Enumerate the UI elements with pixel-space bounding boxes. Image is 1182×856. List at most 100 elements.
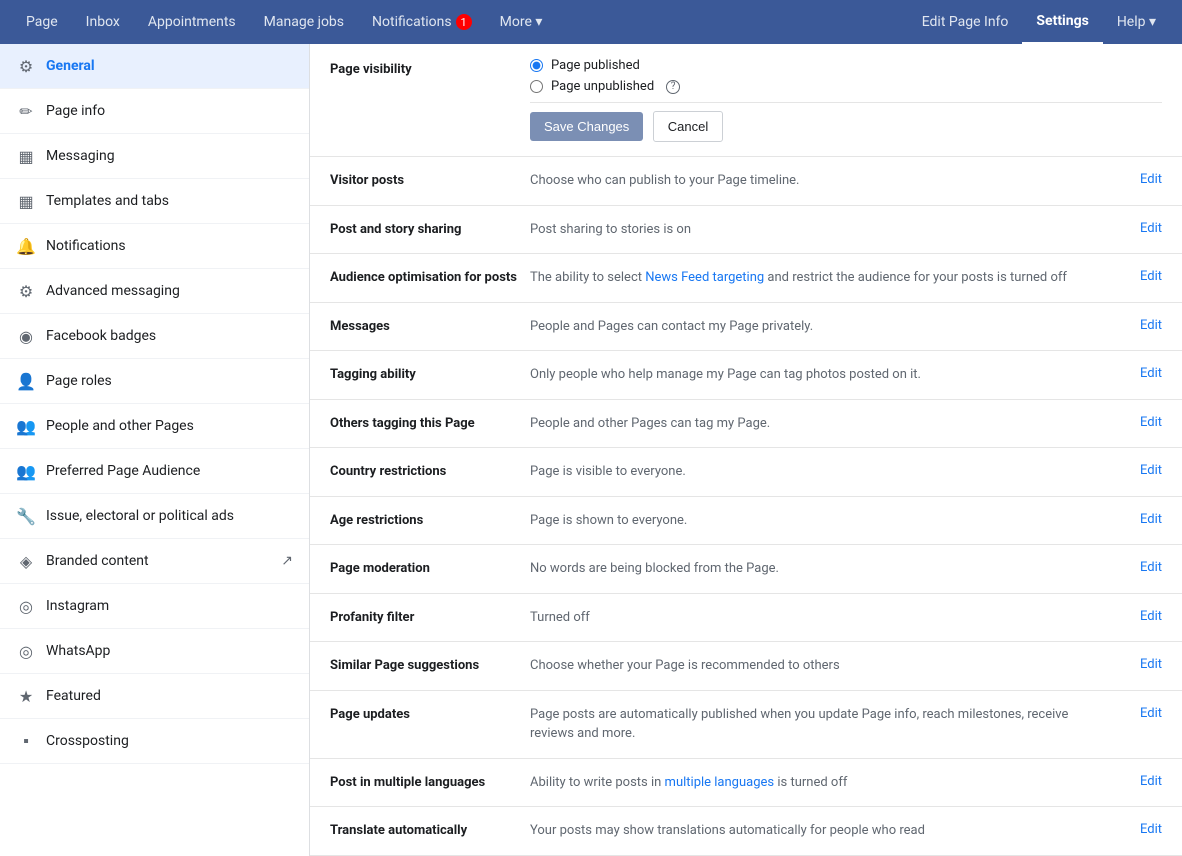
radio-unpublished-input[interactable] [530,80,543,93]
edit-link[interactable]: Edit [1140,172,1162,187]
page-visibility-options: Page published Page unpublished ? Save C… [530,58,1162,142]
page-visibility-label: Page visibility [330,58,530,77]
nav-settings[interactable]: Settings [1022,0,1102,44]
sidebar-item-page-roles[interactable]: 👤 Page roles [0,359,309,404]
edit-link[interactable]: Edit [1140,221,1162,236]
radio-unpublished: Page unpublished ? [530,79,1162,94]
main-layout: ⚙ General ✏ Page info ▦ Messaging ▦ Temp… [0,44,1182,856]
sidebar-item-people[interactable]: 👥 People and other Pages [0,404,309,449]
row-action: Edit [1112,171,1162,187]
edit-link[interactable]: Edit [1140,560,1162,575]
edit-link[interactable]: Edit [1140,609,1162,624]
nav-inbox[interactable]: Inbox [72,0,134,44]
nav-edit-page-info[interactable]: Edit Page Info [908,0,1023,44]
radio-published-input[interactable] [530,59,543,72]
page-visibility-row: Page visibility Page published Page unpu… [310,44,1182,157]
sidebar-item-featured[interactable]: ★ Featured [0,674,309,719]
edit-link[interactable]: Edit [1140,657,1162,672]
bell-icon: 🔔 [16,236,36,256]
sidebar-item-label: Featured [46,688,101,704]
cancel-button[interactable]: Cancel [653,111,723,142]
radio-published: Page published [530,58,1162,73]
templates-icon: ▦ [16,191,36,211]
nav-page[interactable]: Page [12,0,72,44]
settings-row-tagging: Tagging ability Only people who help man… [310,351,1182,400]
row-action: Edit [1112,462,1162,478]
settings-content: Page visibility Page published Page unpu… [310,44,1182,856]
row-action: Edit [1112,821,1162,837]
edit-link[interactable]: Edit [1140,269,1162,284]
sidebar-item-notifications[interactable]: 🔔 Notifications [0,224,309,269]
row-action: Edit [1112,414,1162,430]
row-action: Edit [1112,511,1162,527]
branded-icon: ◈ [16,551,36,571]
row-label: Page moderation [330,559,530,576]
visibility-actions: Save Changes Cancel [530,111,1162,142]
row-action: Edit [1112,608,1162,624]
settings-row-multiple-languages: Post in multiple languages Ability to wr… [310,759,1182,808]
sidebar-item-templates[interactable]: ▦ Templates and tabs [0,179,309,224]
sidebar-item-crossposting[interactable]: ▪ Crossposting [0,719,309,764]
settings-row-messages: Messages People and Pages can contact my… [310,303,1182,352]
edit-link[interactable]: Edit [1140,512,1162,527]
settings-row-profanity: Profanity filter Turned off Edit [310,594,1182,643]
news-feed-link[interactable]: News Feed targeting [645,270,764,285]
row-action: Edit [1112,365,1162,381]
row-value: The ability to select News Feed targetin… [530,268,1112,288]
row-label: Tagging ability [330,365,530,382]
edit-link[interactable]: Edit [1140,774,1162,789]
settings-row-audience-opt: Audience optimisation for posts The abil… [310,254,1182,303]
nav-notifications[interactable]: Notifications 1 [358,0,486,44]
sidebar-item-preferred-audience[interactable]: 👥 Preferred Page Audience [0,449,309,494]
badge-icon: ◉ [16,326,36,346]
nav-manage-jobs[interactable]: Manage jobs [250,0,358,44]
row-value: Your posts may show translations automat… [530,821,1112,841]
nav-more[interactable]: More ▾ [486,0,557,44]
sidebar-item-facebook-badges[interactable]: ◉ Facebook badges [0,314,309,359]
edit-link[interactable]: Edit [1140,822,1162,837]
sidebar-item-whatsapp[interactable]: ◎ WhatsApp [0,629,309,674]
sidebar-item-advanced-messaging[interactable]: ⚙ Advanced messaging [0,269,309,314]
nav-appointments[interactable]: Appointments [134,0,250,44]
sidebar-item-messaging[interactable]: ▦ Messaging [0,134,309,179]
audience-icon: 👥 [16,461,36,481]
divider [530,102,1162,103]
sidebar-item-label: Notifications [46,238,126,254]
row-action: Edit [1112,559,1162,575]
row-action: Edit [1112,317,1162,333]
settings-row-others-tagging: Others tagging this Page People and othe… [310,400,1182,449]
row-label: Profanity filter [330,608,530,625]
edit-link[interactable]: Edit [1140,366,1162,381]
radio-published-label: Page published [551,58,640,73]
edit-link[interactable]: Edit [1140,706,1162,721]
row-value: Post sharing to stories is on [530,220,1112,240]
row-label: Visitor posts [330,171,530,188]
sidebar-item-label: Advanced messaging [46,283,180,299]
edit-link[interactable]: Edit [1140,415,1162,430]
row-action: Edit [1112,656,1162,672]
sidebar-item-label: Facebook badges [46,328,156,344]
nav-help[interactable]: Help ▾ [1103,0,1170,44]
sidebar-item-instagram[interactable]: ◎ Instagram [0,584,309,629]
sidebar-item-branded-content[interactable]: ◈ Branded content ↗ [0,539,309,584]
row-action: Edit [1112,705,1162,721]
row-value: Choose who can publish to your Page time… [530,171,1112,191]
save-changes-button[interactable]: Save Changes [530,112,643,141]
settings-section: Page visibility Page published Page unpu… [310,44,1182,856]
info-icon[interactable]: ? [666,80,680,94]
edit-link[interactable]: Edit [1140,463,1162,478]
row-action: Edit [1112,220,1162,236]
film-icon: ▪ [16,731,36,751]
row-value: Ability to write posts in multiple langu… [530,773,1112,793]
top-nav: Page Inbox Appointments Manage jobs Noti… [0,0,1182,44]
row-label: Post in multiple languages [330,773,530,790]
sidebar-item-label: Preferred Page Audience [46,463,200,479]
external-link-icon: ↗ [281,553,293,569]
sidebar-item-general[interactable]: ⚙ General [0,44,309,89]
whatsapp-icon: ◎ [16,641,36,661]
row-value: Turned off [530,608,1112,628]
sidebar-item-page-info[interactable]: ✏ Page info [0,89,309,134]
edit-link[interactable]: Edit [1140,318,1162,333]
multiple-languages-link[interactable]: multiple languages [665,775,775,790]
sidebar-item-political-ads[interactable]: 🔧 Issue, electoral or political ads [0,494,309,539]
